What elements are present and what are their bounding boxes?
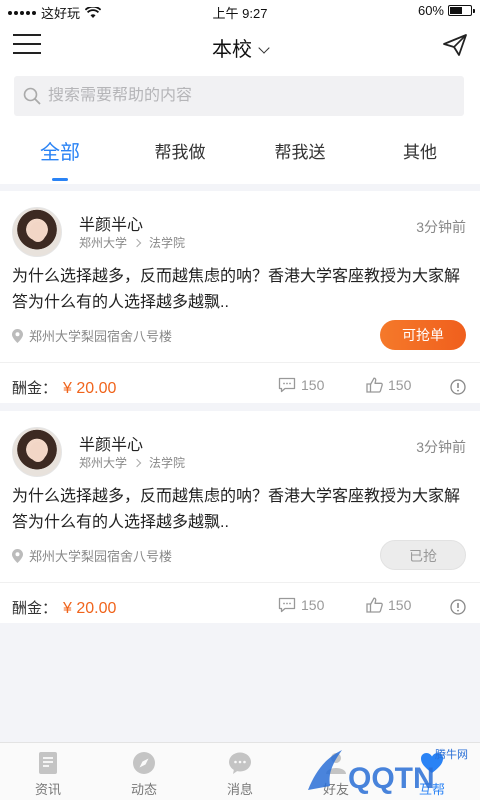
tab-all[interactable]: 全部: [0, 124, 120, 184]
location-text: 郑州大学梨园宿舍八号楼: [29, 329, 173, 344]
divider: [0, 362, 480, 363]
tabbar-label: 消息: [226, 782, 253, 797]
avatar[interactable]: [12, 427, 62, 477]
tab-deliver-for-me[interactable]: 帮我送: [240, 124, 360, 184]
news-icon: [39, 752, 57, 774]
location-text: 郑州大学梨园宿舍八号楼: [29, 549, 173, 564]
tabbar-item-news[interactable]: 资讯: [0, 743, 96, 800]
send-icon[interactable]: [442, 33, 468, 57]
post-card[interactable]: 半颜半心 郑州大学 法学院 3分钟前 为什么选择越多，反而越焦虑的呐？香港大学客…: [0, 191, 480, 403]
search-icon: [23, 87, 41, 105]
status-bar: 这好玩 上午 9:27 60%: [0, 0, 480, 22]
report-icon[interactable]: [450, 599, 466, 615]
like-count: 150: [388, 597, 412, 613]
school-name: 郑州大学: [79, 456, 128, 470]
watermark-text: QQTN: [348, 762, 435, 795]
post-location: 郑州大学梨园宿舍八号楼: [12, 546, 172, 565]
message-icon: [229, 752, 251, 774]
search-box[interactable]: [14, 76, 464, 116]
school-info: 郑州大学 法学院: [79, 454, 185, 471]
chevron-right-icon: [132, 238, 142, 247]
like-button[interactable]: 150: [366, 377, 411, 393]
post-card[interactable]: 半颜半心 郑州大学 法学院 3分钟前 为什么选择越多，反而越焦虑的呐？香港大学客…: [0, 411, 480, 623]
battery-icon: [448, 5, 475, 16]
comment-count: 150: [301, 597, 325, 613]
tabbar-item-messages[interactable]: 消息: [192, 743, 288, 800]
post-location: 郑州大学梨园宿舍八号楼: [12, 326, 172, 345]
tab-other[interactable]: 其他: [360, 124, 480, 184]
comment-icon: [278, 377, 296, 393]
username: 半颜半心: [79, 217, 144, 234]
location-pin-icon: [12, 328, 23, 343]
report-icon[interactable]: [450, 379, 466, 395]
post-content: 为什么选择越多，反而越焦虑的呐？香港大学客座教授为大家解答为什么有的人选择越多越…: [12, 488, 461, 531]
school-info: 郑州大学 法学院: [79, 234, 185, 251]
comment-count-button[interactable]: 150: [278, 597, 324, 613]
reward-label: 酬金：: [12, 380, 58, 397]
category-tabs: 全部 帮我做 帮我送 其他: [0, 124, 480, 184]
like-button[interactable]: 150: [366, 597, 411, 613]
search-section: [0, 68, 480, 124]
school-name: 郑州大学: [79, 236, 128, 250]
post-time: 3分钟前: [416, 439, 466, 455]
search-input[interactable]: [48, 87, 428, 105]
reward: 酬金： ¥ 20.00: [12, 597, 116, 618]
post-time: 3分钟前: [416, 219, 466, 235]
compass-icon: [133, 752, 155, 774]
reward-amount: ¥ 20.00: [63, 380, 117, 397]
battery-percent: 60%: [417, 3, 444, 18]
chevron-right-icon: [132, 458, 142, 467]
tabbar-item-moments[interactable]: 动态: [96, 743, 192, 800]
tab-do-for-me[interactable]: 帮我做: [120, 124, 240, 184]
thumbs-up-icon: [366, 377, 383, 393]
school-selector[interactable]: 本校: [0, 33, 480, 62]
department-name: 法学院: [149, 236, 186, 250]
chevron-down-icon: [258, 42, 270, 54]
department-name: 法学院: [149, 456, 186, 470]
reward-amount: ¥ 20.00: [63, 600, 117, 617]
reward: 酬金： ¥ 20.00: [12, 377, 116, 398]
comment-icon: [278, 597, 296, 613]
thumbs-up-icon: [366, 597, 383, 613]
status-time: 上午 9:27: [212, 6, 268, 21]
divider: [0, 582, 480, 583]
nav-bar: 本校: [0, 22, 480, 68]
comment-count-button[interactable]: 150: [278, 377, 324, 393]
grab-order-button[interactable]: 可抢单: [380, 320, 466, 350]
nav-title: 本校: [212, 39, 252, 61]
post-content: 为什么选择越多，反而越焦虑的呐？香港大学客座教授为大家解答为什么有的人选择越多越…: [12, 268, 461, 311]
tabbar-label: 动态: [130, 782, 157, 797]
tabbar-label: 资讯: [34, 782, 61, 797]
reward-label: 酬金：: [12, 600, 58, 617]
watermark-label: 腾牛网: [435, 749, 468, 761]
like-count: 150: [388, 377, 412, 393]
grabbed-button[interactable]: 已抢: [380, 540, 466, 570]
username: 半颜半心: [79, 437, 144, 454]
comment-count: 150: [301, 377, 325, 393]
location-pin-icon: [12, 548, 23, 563]
avatar[interactable]: [12, 207, 62, 257]
